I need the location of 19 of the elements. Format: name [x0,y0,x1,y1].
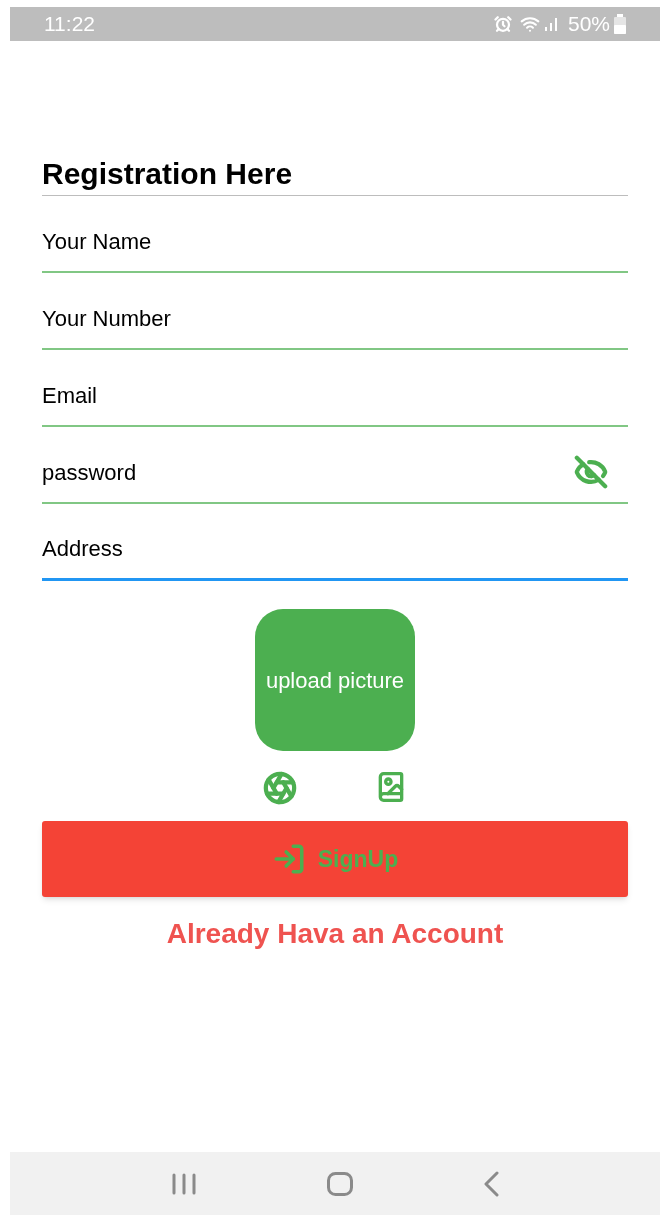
input-field[interactable]: Your Name [42,196,628,273]
input-field[interactable]: Your Number [42,273,628,350]
alarm-icon [493,15,512,33]
input-field[interactable]: Address [42,504,628,581]
battery-percent: 50% [567,11,610,38]
camera-icon[interactable] [263,771,297,805]
recent-apps-icon[interactable] [171,1172,197,1195]
back-icon[interactable] [483,1170,499,1197]
home-icon[interactable] [327,1171,353,1196]
page-title: Registration Here [42,155,628,196]
input-field[interactable]: Email [42,350,628,427]
clock-time: 11:22 [44,11,95,38]
login-link[interactable]: Already Hava an Account [166,913,504,955]
wifi-icon [519,14,540,34]
signal-icon [543,16,560,32]
visibility-toggle-icon[interactable] [574,455,608,489]
upload-picture-button[interactable]: upload picture [255,609,415,751]
battery-icon [614,14,626,34]
password-field[interactable]: password [42,427,628,504]
